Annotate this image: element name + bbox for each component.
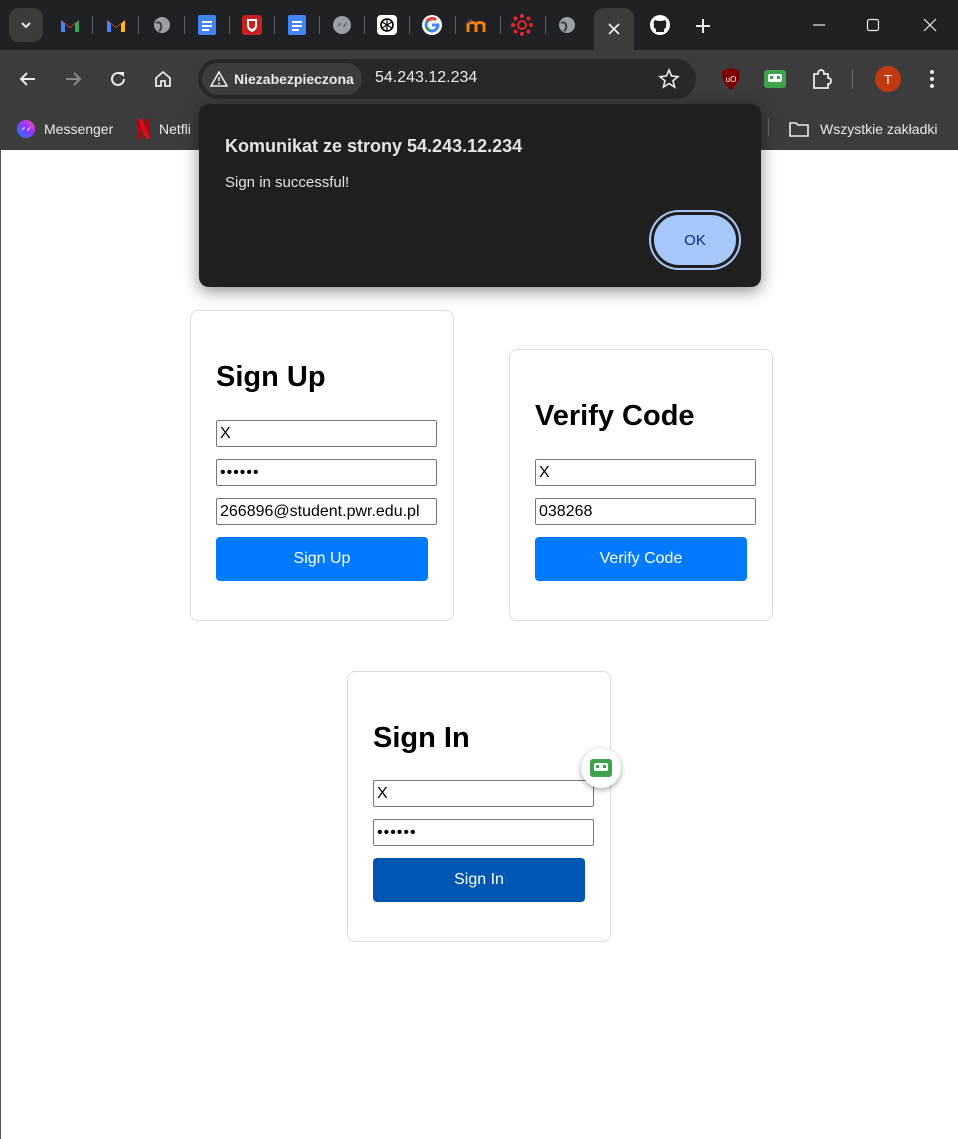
signup-heading: Sign Up	[216, 361, 326, 393]
tab-globe-2[interactable]	[555, 13, 579, 37]
verify-code-input[interactable]: 038268	[535, 498, 756, 525]
minimize-icon	[813, 24, 825, 26]
close-tab-icon[interactable]	[607, 22, 621, 36]
tab-strip	[0, 0, 958, 50]
verify-code-button[interactable]: Verify Code	[535, 537, 747, 581]
address-bar[interactable]: Niezabezpieczona 54.243.12.234	[198, 59, 696, 99]
new-tab-button[interactable]	[690, 13, 716, 39]
home-button[interactable]	[147, 63, 179, 95]
signin-password-input[interactable]: ••••••	[373, 819, 594, 846]
arrow-right-icon	[66, 72, 82, 86]
tab-chatgpt[interactable]	[375, 13, 399, 37]
menu-button[interactable]	[919, 66, 945, 92]
tab-moodle[interactable]	[465, 13, 489, 37]
tab-search-button[interactable]	[9, 8, 43, 42]
warning-icon	[210, 71, 228, 87]
signin-card: Sign In X •••••• Sign In	[347, 671, 611, 942]
kebab-menu-icon	[930, 70, 934, 88]
tab-active[interactable]	[594, 8, 634, 50]
tab-globe-1[interactable]	[150, 13, 174, 37]
signup-username-input[interactable]: X	[216, 420, 437, 447]
minimize-button[interactable]	[804, 10, 834, 40]
folder-icon	[789, 122, 809, 137]
back-button[interactable]	[12, 63, 44, 95]
tab-docs-2[interactable]	[285, 13, 309, 37]
extensions-button[interactable]	[808, 66, 834, 92]
security-indicator[interactable]: Niezabezpieczona	[202, 63, 362, 95]
messenger-icon	[17, 120, 35, 138]
bookmark-label: Wszystkie zakładki	[820, 121, 938, 137]
browser-toolbar: Niezabezpieczona 54.243.12.234 uO T	[0, 50, 958, 108]
signin-button[interactable]: Sign In	[373, 858, 585, 902]
roboform-icon	[764, 70, 786, 88]
puzzle-icon	[813, 69, 832, 89]
bookmark-label: Netfli	[159, 121, 191, 137]
bookmark-star-icon[interactable]	[658, 68, 680, 90]
maximize-icon	[866, 18, 880, 32]
chatgpt-icon	[377, 15, 397, 35]
reload-button[interactable]	[102, 63, 134, 95]
page-content: Sign Up X •••••• 266896@student.pwr.edu.…	[0, 150, 958, 1139]
url-text[interactable]: 54.243.12.234	[375, 69, 477, 87]
google-icon	[422, 15, 442, 35]
signin-heading: Sign In	[373, 722, 470, 754]
roboform-fill-badge[interactable]	[581, 748, 621, 788]
globe-icon	[559, 17, 575, 33]
gmail-icon	[107, 20, 125, 32]
forward-button[interactable]	[57, 63, 89, 95]
arrow-left-icon	[19, 72, 35, 86]
dialog-title: Komunikat ze strony 54.243.12.234	[225, 136, 523, 156]
roboform-icon	[590, 759, 612, 777]
ublock-icon: uO	[722, 68, 740, 90]
signin-username-input[interactable]: X	[373, 780, 594, 807]
dialog-message: Sign in successful!	[225, 174, 350, 191]
shield-icon	[242, 15, 262, 35]
messenger-icon	[333, 16, 351, 34]
tab-shield[interactable]	[240, 13, 264, 37]
maximize-button[interactable]	[858, 10, 888, 40]
home-icon	[155, 70, 171, 87]
moodle-icon	[466, 19, 486, 32]
roboform-extension[interactable]	[762, 66, 788, 92]
tab-github[interactable]	[648, 13, 672, 37]
chevron-down-icon	[21, 22, 31, 29]
tab-messenger[interactable]	[330, 13, 354, 37]
ublock-extension[interactable]: uO	[718, 66, 744, 92]
profile-avatar[interactable]: T	[875, 66, 901, 92]
verify-card: Verify Code X 038268 Verify Code	[509, 349, 773, 621]
bookmark-all-bookmarks[interactable]: Wszystkie zakładki	[789, 117, 937, 141]
canvas-icon	[511, 14, 533, 36]
bookmark-messenger[interactable]: Messenger	[16, 117, 113, 141]
tab-canvas[interactable]	[510, 13, 534, 37]
github-icon	[650, 15, 670, 35]
tab-google[interactable]	[420, 13, 444, 37]
tab-gmail-2[interactable]	[104, 13, 128, 37]
close-icon	[923, 18, 937, 32]
signup-email-input[interactable]: 266896@student.pwr.edu.pl	[216, 498, 437, 525]
plus-icon	[696, 19, 710, 33]
close-window-button[interactable]	[915, 10, 945, 40]
alert-dialog: Komunikat ze strony 54.243.12.234 Sign i…	[199, 104, 761, 287]
reload-icon	[111, 71, 125, 86]
bookmark-label: Messenger	[44, 121, 114, 137]
globe-icon	[154, 17, 170, 33]
tab-gmail-1[interactable]	[58, 13, 82, 37]
security-label: Niezabezpieczona	[234, 71, 354, 87]
verify-heading: Verify Code	[535, 400, 695, 432]
google-docs-icon	[198, 15, 216, 35]
google-docs-icon	[288, 15, 306, 35]
gmail-icon	[61, 20, 79, 32]
verify-username-input[interactable]: X	[535, 459, 756, 486]
bookmark-netflix[interactable]: Netfli	[137, 117, 191, 141]
signup-button[interactable]: Sign Up	[216, 537, 428, 581]
signup-password-input[interactable]: ••••••	[216, 459, 437, 486]
netflix-icon	[138, 119, 150, 139]
tab-docs-1[interactable]	[195, 13, 219, 37]
signup-card: Sign Up X •••••• 266896@student.pwr.edu.…	[190, 310, 454, 621]
dialog-ok-button[interactable]: OK	[651, 212, 739, 268]
svg-text:uO: uO	[726, 75, 737, 84]
